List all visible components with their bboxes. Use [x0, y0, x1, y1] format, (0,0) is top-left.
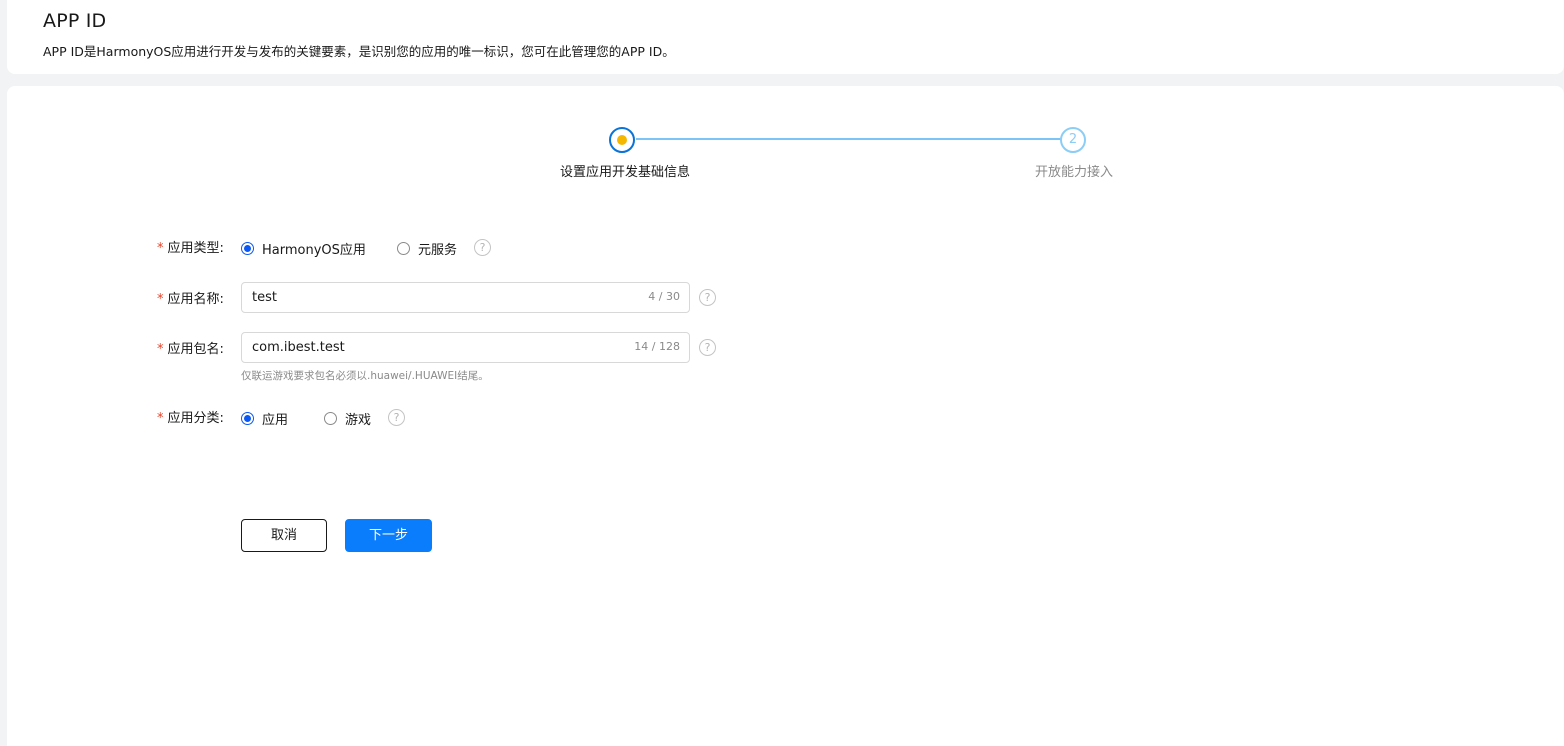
- package-name-hint: 仅联运游戏要求包名必须以.huawei/.HUAWEI结尾。: [241, 370, 489, 382]
- category-help-icon[interactable]: ?: [388, 409, 405, 426]
- category-radio-app[interactable]: 应用: [241, 409, 288, 428]
- step-1-label: 设置应用开发基础信息: [560, 165, 691, 180]
- category-label: * 应用分类:: [157, 411, 224, 426]
- required-mark: *: [157, 342, 164, 357]
- page-header: APP ID APP ID是HarmonyOS应用进行开发与发布的关键要素，是识…: [7, 0, 1564, 74]
- app-type-radio-atomic-service[interactable]: 元服务: [397, 239, 457, 258]
- next-step-button[interactable]: 下一步: [345, 519, 432, 552]
- active-step-dot-icon: [617, 135, 627, 145]
- package-name-label: * 应用包名:: [157, 342, 224, 357]
- step-connector-line: [636, 138, 1061, 140]
- package-name-char-counter: 14 / 128: [634, 340, 680, 353]
- app-type-radio-harmonyos[interactable]: HarmonyOS应用: [241, 239, 366, 258]
- required-mark: *: [157, 292, 164, 307]
- radio-checked-icon: [241, 412, 254, 425]
- required-mark: *: [157, 411, 164, 426]
- step-2-label: 开放能力接入: [1035, 165, 1114, 180]
- app-name-char-counter: 4 / 30: [648, 290, 680, 303]
- step-1-indicator: [609, 127, 635, 153]
- page-description: APP ID是HarmonyOS应用进行开发与发布的关键要素，是识别您的应用的唯…: [43, 44, 675, 59]
- app-name-input[interactable]: [252, 283, 612, 312]
- required-mark: *: [157, 241, 164, 256]
- main-form-card: 2 设置应用开发基础信息 开放能力接入 * 应用类型: HarmonyOS应用 元…: [7, 86, 1564, 746]
- cancel-button[interactable]: 取消: [241, 519, 327, 552]
- radio-unchecked-icon: [397, 242, 410, 255]
- app-name-label: * 应用名称:: [157, 292, 224, 307]
- app-name-help-icon[interactable]: ?: [699, 289, 716, 306]
- app-name-field[interactable]: 4 / 30: [241, 282, 690, 313]
- step-2-indicator: 2: [1060, 127, 1086, 153]
- page-title: APP ID: [43, 10, 107, 32]
- app-type-label: * 应用类型:: [157, 241, 224, 256]
- category-radio-game[interactable]: 游戏: [324, 409, 371, 428]
- package-name-field[interactable]: 14 / 128: [241, 332, 690, 363]
- app-type-help-icon[interactable]: ?: [474, 239, 491, 256]
- radio-checked-icon: [241, 242, 254, 255]
- radio-unchecked-icon: [324, 412, 337, 425]
- package-name-input[interactable]: [252, 333, 612, 362]
- package-name-help-icon[interactable]: ?: [699, 339, 716, 356]
